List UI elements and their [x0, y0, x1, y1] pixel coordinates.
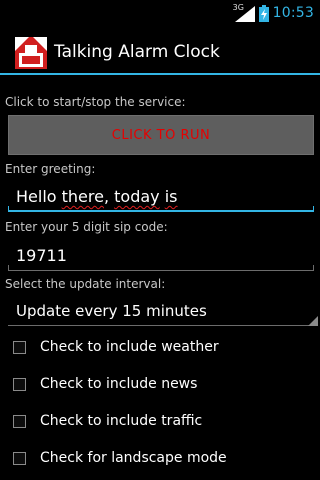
landscape-option-label: Check for landscape mode	[40, 450, 227, 466]
interval-label: Select the update interval:	[5, 277, 166, 291]
interval-selected: Update every 15 minutes	[16, 302, 207, 320]
weather-checkbox[interactable]	[13, 341, 26, 354]
signal-icon: 3G	[233, 3, 255, 22]
news-checkbox[interactable]	[13, 378, 26, 391]
action-bar: Talking Alarm Clock	[0, 25, 320, 75]
greeting-label: Enter greeting:	[5, 162, 96, 176]
traffic-option[interactable]: Check to include traffic	[0, 404, 320, 440]
zip-label: Enter your 5 digit sip code:	[5, 220, 168, 234]
battery-charging-icon	[258, 4, 269, 22]
news-option-label: Check to include news	[40, 376, 198, 392]
traffic-checkbox[interactable]	[13, 415, 26, 428]
landscape-checkbox[interactable]	[13, 452, 26, 465]
status-icons: 3G 10:53	[233, 3, 314, 23]
status-clock: 10:53	[272, 5, 314, 21]
greeting-input[interactable]: Hello there, today is	[8, 180, 314, 214]
status-bar: 3G 10:53	[0, 0, 320, 25]
greeting-value: Hello there, today is	[16, 187, 178, 206]
traffic-option-label: Check to include traffic	[40, 413, 203, 429]
weather-option-label: Check to include weather	[40, 339, 219, 355]
alarm-app-icon	[15, 37, 47, 69]
landscape-option[interactable]: Check for landscape mode	[0, 441, 320, 477]
weather-option[interactable]: Check to include weather	[0, 330, 320, 366]
app-title: Talking Alarm Clock	[54, 42, 220, 62]
zip-code-input[interactable]: 19711	[8, 239, 314, 273]
service-label: Click to start/stop the service:	[5, 95, 186, 109]
click-to-run-button[interactable]: CLICK TO RUN	[8, 115, 314, 155]
news-option[interactable]: Check to include news	[0, 367, 320, 403]
update-interval-spinner[interactable]: Update every 15 minutes	[8, 294, 318, 328]
zip-code-value: 19711	[16, 246, 67, 265]
dropdown-corner-icon	[308, 316, 318, 326]
